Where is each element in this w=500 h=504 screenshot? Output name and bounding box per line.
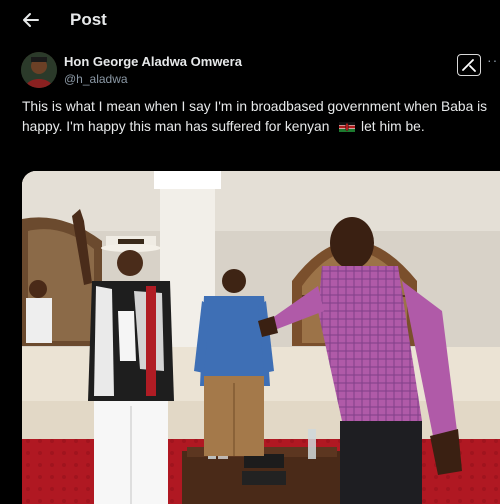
photo-image	[22, 171, 500, 504]
page-title: Post	[70, 10, 107, 29]
back-button[interactable]	[18, 8, 44, 32]
top-bar: Post	[0, 0, 500, 40]
author-name[interactable]: Hon George Aladwa Omwera	[64, 54, 242, 69]
author-handle[interactable]: @h_aladwa	[64, 72, 128, 86]
avatar-image	[21, 52, 57, 88]
post-text-part2: let him be.	[357, 119, 425, 134]
grok-button[interactable]	[457, 54, 481, 76]
post-photo[interactable]	[22, 171, 500, 504]
post-author: Hon George Aladwa Omwera @h_aladwa	[0, 48, 500, 92]
grok-icon	[462, 59, 476, 72]
post-text: This is what I mean when I say I'm in br…	[22, 97, 494, 137]
kenya-flag-icon	[339, 118, 356, 132]
author-avatar[interactable]	[21, 52, 57, 88]
arrow-left-icon	[23, 13, 39, 27]
more-button[interactable]: ··	[487, 52, 500, 72]
